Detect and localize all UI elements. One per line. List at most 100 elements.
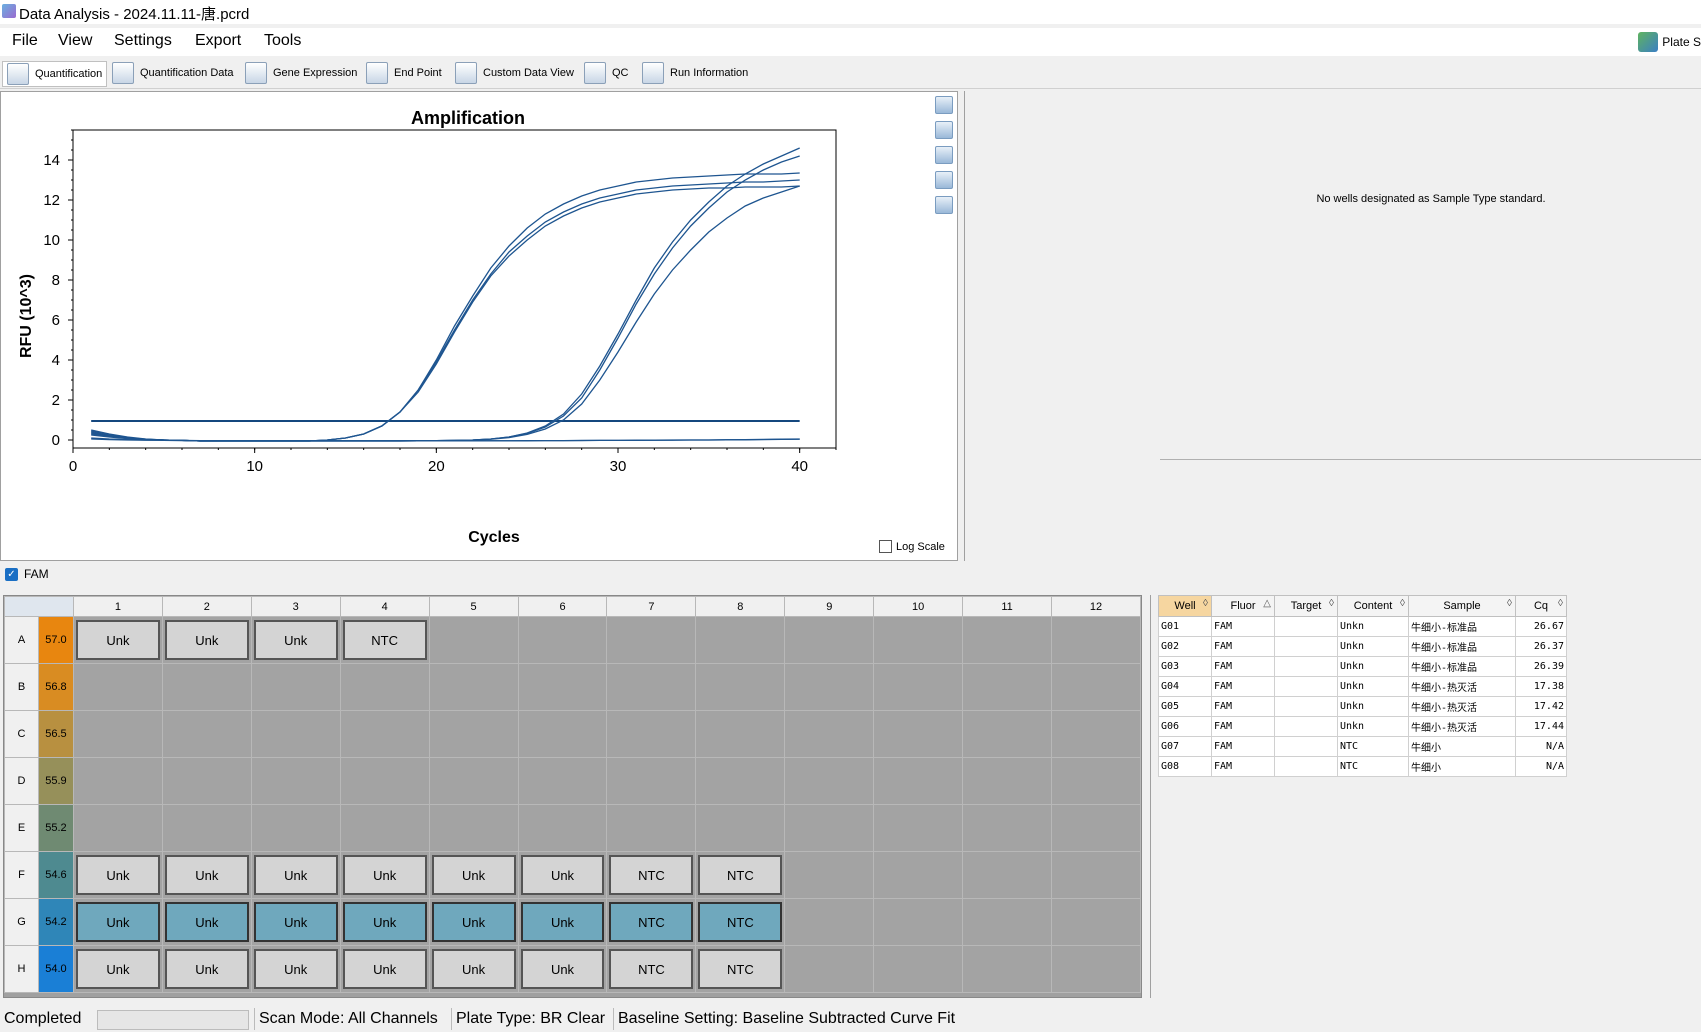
plate-well[interactable]: Unk bbox=[517, 851, 608, 899]
well-content[interactable]: NTC bbox=[698, 949, 783, 989]
plate-well[interactable] bbox=[1050, 851, 1142, 899]
plate-well[interactable] bbox=[250, 710, 341, 758]
plate-well[interactable]: Unk bbox=[428, 945, 519, 993]
plate-well[interactable] bbox=[962, 710, 1052, 758]
copy-icon[interactable] bbox=[935, 96, 953, 114]
plate-well[interactable]: Unk bbox=[339, 851, 430, 899]
well-content[interactable]: Unk bbox=[431, 949, 516, 989]
plate-well[interactable] bbox=[72, 804, 163, 852]
plate-well[interactable] bbox=[161, 757, 252, 805]
well-content[interactable]: Unk bbox=[75, 902, 160, 942]
plate-well[interactable] bbox=[962, 851, 1052, 899]
plate-well[interactable]: NTC bbox=[695, 945, 786, 993]
tab-end-point[interactable]: End Point bbox=[362, 61, 446, 85]
plate-well[interactable]: Unk bbox=[72, 898, 163, 946]
plate-col-header[interactable]: 12 bbox=[1050, 596, 1142, 617]
plate-col-header[interactable]: 4 bbox=[339, 596, 430, 617]
col-cq[interactable]: Cq ◊ bbox=[1515, 595, 1567, 617]
plate-well[interactable] bbox=[1050, 710, 1142, 758]
plate-well[interactable] bbox=[873, 616, 964, 664]
plate-row-header[interactable]: A bbox=[4, 616, 39, 664]
plate-well[interactable] bbox=[339, 804, 430, 852]
tab-gene-expression[interactable]: Gene Expression bbox=[241, 61, 361, 85]
well-content[interactable]: Unk bbox=[75, 620, 160, 660]
plate-well[interactable]: Unk bbox=[161, 898, 252, 946]
plate-well[interactable] bbox=[873, 898, 964, 946]
plate-well[interactable]: NTC bbox=[606, 851, 697, 899]
plate-col-header[interactable]: 1 bbox=[72, 596, 163, 617]
tab-run-information[interactable]: Run Information bbox=[638, 61, 752, 85]
well-content[interactable]: Unk bbox=[253, 949, 338, 989]
plate-well[interactable] bbox=[1050, 663, 1142, 711]
plate-well[interactable] bbox=[161, 663, 252, 711]
well-content[interactable]: Unk bbox=[253, 620, 338, 660]
menu-tools[interactable]: Tools bbox=[264, 32, 301, 50]
col-well[interactable]: Well ◊ bbox=[1158, 595, 1212, 617]
plate-well[interactable] bbox=[606, 663, 697, 711]
plate-well[interactable] bbox=[250, 804, 341, 852]
plate-setup-button[interactable]: Plate S bbox=[1638, 30, 1701, 54]
results-row[interactable]: G03 FAM Unkn 牛细小-标准品 26.39 bbox=[1158, 656, 1567, 677]
well-content[interactable]: NTC bbox=[698, 855, 783, 895]
plate-well[interactable] bbox=[962, 616, 1052, 664]
plate-well[interactable]: Unk bbox=[250, 898, 341, 946]
col-target[interactable]: Target ◊ bbox=[1274, 595, 1338, 617]
plate-well[interactable] bbox=[606, 710, 697, 758]
plate-well[interactable] bbox=[695, 616, 786, 664]
log-scale-checkbox[interactable] bbox=[879, 540, 892, 553]
results-row[interactable]: G04 FAM Unkn 牛细小-热灭活 17.38 bbox=[1158, 676, 1567, 697]
plate-well[interactable] bbox=[428, 616, 519, 664]
well-content[interactable]: NTC bbox=[698, 902, 783, 942]
plate-col-header[interactable]: 9 bbox=[784, 596, 875, 617]
plate-well[interactable] bbox=[72, 757, 163, 805]
tab-quantification[interactable]: Quantification bbox=[2, 61, 108, 87]
plate-well[interactable]: Unk bbox=[339, 945, 430, 993]
menu-settings[interactable]: Settings bbox=[114, 32, 172, 50]
log-scale-toggle[interactable]: Log Scale bbox=[879, 540, 945, 553]
menu-file[interactable]: File bbox=[12, 32, 38, 50]
plate-well[interactable]: NTC bbox=[606, 898, 697, 946]
well-content[interactable]: NTC bbox=[342, 620, 427, 660]
plate-well[interactable] bbox=[695, 663, 786, 711]
results-row[interactable]: G08 FAM NTC 牛细小 N/A bbox=[1158, 756, 1567, 777]
plate-well[interactable] bbox=[784, 757, 875, 805]
plate-well[interactable] bbox=[1050, 757, 1142, 805]
plate-well[interactable] bbox=[695, 757, 786, 805]
plate-well[interactable] bbox=[784, 898, 875, 946]
plate-col-header[interactable]: 8 bbox=[695, 596, 786, 617]
chart-settings-icon[interactable] bbox=[935, 121, 953, 139]
plate-well[interactable] bbox=[339, 663, 430, 711]
plate-col-header[interactable]: 10 bbox=[873, 596, 964, 617]
curve-icon[interactable] bbox=[935, 196, 953, 214]
plate-well[interactable] bbox=[873, 710, 964, 758]
plate-well[interactable] bbox=[1050, 616, 1142, 664]
plate-well[interactable] bbox=[962, 663, 1052, 711]
well-content[interactable]: Unk bbox=[253, 855, 338, 895]
plate-well[interactable]: Unk bbox=[72, 616, 163, 664]
plate-well[interactable] bbox=[606, 616, 697, 664]
plate-well[interactable]: Unk bbox=[250, 945, 341, 993]
well-content[interactable]: Unk bbox=[342, 949, 427, 989]
plate-row-header[interactable]: C bbox=[4, 710, 39, 758]
plate-well[interactable] bbox=[517, 616, 608, 664]
plate-well[interactable] bbox=[695, 804, 786, 852]
plate-well[interactable] bbox=[72, 663, 163, 711]
plate-well[interactable] bbox=[873, 663, 964, 711]
plate-well[interactable] bbox=[962, 945, 1052, 993]
plate-well[interactable] bbox=[517, 710, 608, 758]
well-content[interactable]: Unk bbox=[253, 902, 338, 942]
plate-well[interactable] bbox=[428, 804, 519, 852]
col-sample[interactable]: Sample ◊ bbox=[1408, 595, 1516, 617]
fam-checkbox[interactable]: ✓ bbox=[5, 567, 18, 581]
plate-well[interactable]: NTC bbox=[606, 945, 697, 993]
plate-col-header[interactable]: 11 bbox=[962, 596, 1052, 617]
well-content[interactable]: Unk bbox=[342, 855, 427, 895]
plate-well[interactable]: Unk bbox=[161, 616, 252, 664]
plate-well[interactable] bbox=[962, 757, 1052, 805]
plate-well[interactable]: Unk bbox=[339, 898, 430, 946]
plate-well[interactable] bbox=[784, 804, 875, 852]
plate-well[interactable] bbox=[873, 757, 964, 805]
plate-well[interactable] bbox=[339, 757, 430, 805]
menu-export[interactable]: Export bbox=[195, 32, 241, 50]
well-content[interactable]: Unk bbox=[75, 855, 160, 895]
